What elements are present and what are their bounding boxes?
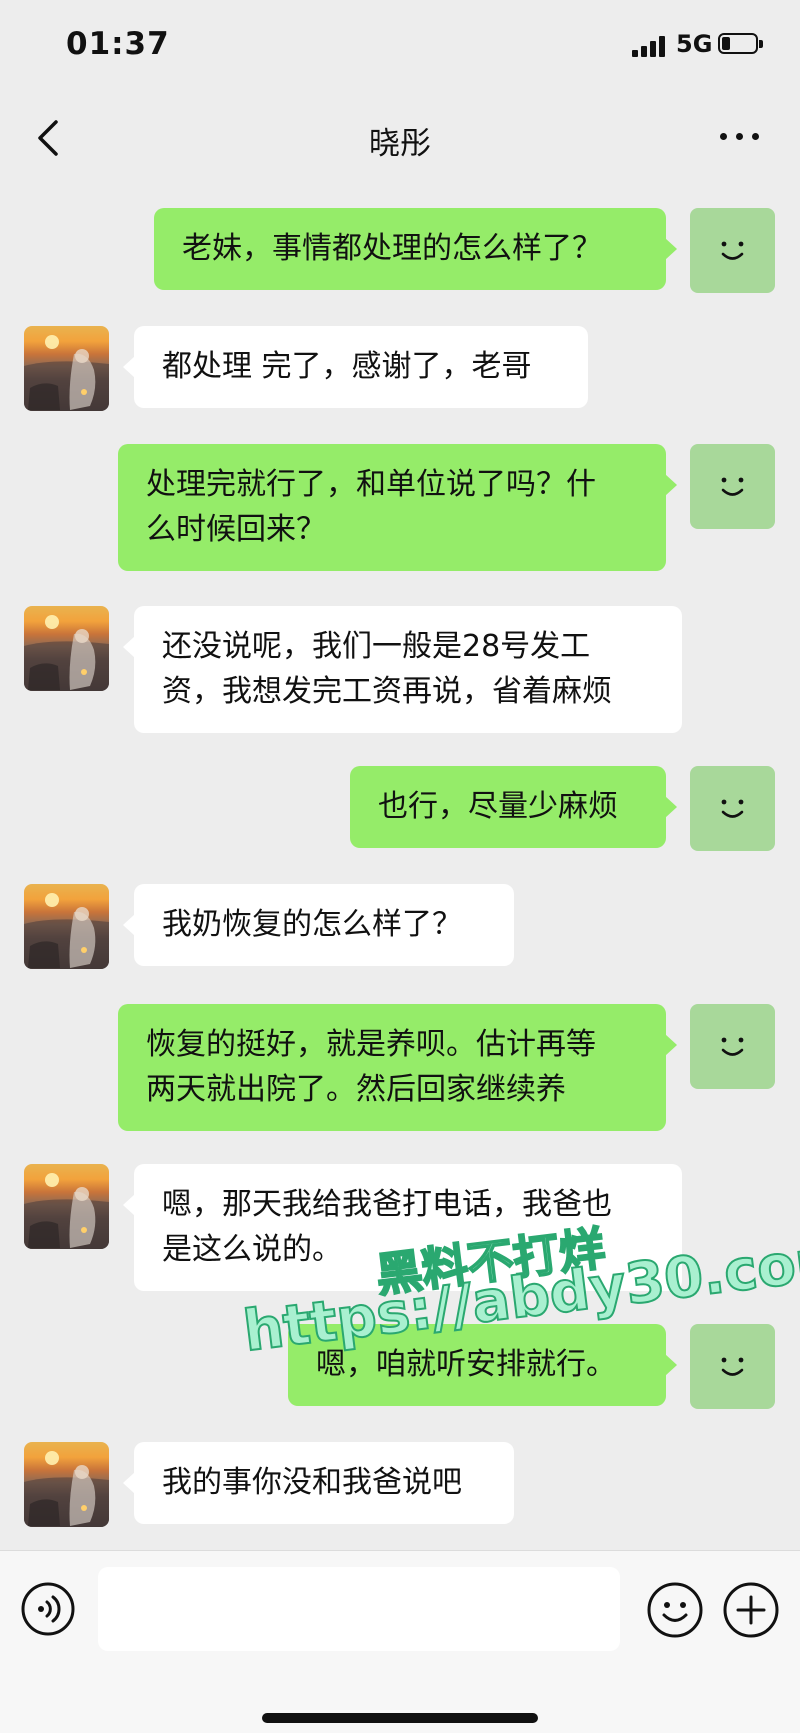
message-text-line: 我的事你没和我爸说吧: [162, 1465, 462, 1500]
more-dots-icon[interactable]: [716, 120, 764, 152]
sent-message-bubble[interactable]: 也行，尽量少麻烦: [350, 766, 677, 848]
received-message-bubble[interactable]: 还没说呢，我们一般是28号发工 资，我想发完工资再说，省着麻烦: [123, 606, 682, 733]
signal-icon: [632, 35, 666, 57]
message-row: 我奶恢复的怎么样了？: [0, 880, 800, 970]
message-input[interactable]: [98, 1567, 620, 1651]
self-avatar[interactable]: [690, 208, 775, 293]
plus-icon[interactable]: [722, 1581, 780, 1639]
message-text-line: 嗯，咱就听安排就行。: [316, 1347, 616, 1382]
self-avatar[interactable]: [690, 766, 775, 851]
self-avatar[interactable]: [690, 1324, 775, 1409]
received-message-bubble[interactable]: 我的事你没和我爸说吧: [123, 1442, 514, 1524]
message-text-line: 处理完就行了，和单位说了吗？什: [146, 467, 596, 502]
home-indicator: [262, 1713, 538, 1723]
contact-avatar[interactable]: [24, 326, 109, 411]
status-bar: 01:37 5G: [0, 0, 800, 92]
chat-title: 晓彤: [369, 126, 431, 162]
voice-icon[interactable]: [20, 1581, 76, 1637]
message-row: 也行，尽量少麻烦: [0, 762, 800, 852]
self-avatar[interactable]: [690, 444, 775, 529]
message-row: 我的事你没和我爸说吧: [0, 1438, 800, 1528]
nav-bar: 晓彤: [0, 92, 800, 182]
chat-area[interactable]: 老妹，事情都处理的怎么样了？ 都处理 完了，感谢了，老哥处理完就行了，和单位说了吗…: [0, 182, 800, 1550]
message-text-line: 资，我想发完工资再说，省着麻烦: [162, 674, 612, 709]
status-time: 01:37: [66, 26, 170, 62]
message-text-line: 两天就出院了。然后回家继续养: [146, 1072, 566, 1107]
emoji-icon[interactable]: [646, 1581, 704, 1639]
message-text-line: 还没说呢，我们一般是28号发工: [162, 629, 591, 664]
message-text-line: 老妹，事情都处理的怎么样了？: [182, 231, 602, 266]
self-avatar[interactable]: [690, 1004, 775, 1089]
network-type: 5G: [676, 30, 713, 58]
received-message-bubble[interactable]: 我奶恢复的怎么样了？: [123, 884, 514, 966]
sent-message-bubble[interactable]: 老妹，事情都处理的怎么样了？: [154, 208, 677, 290]
message-text-line: 都处理 完了，感谢了，老哥: [162, 349, 532, 384]
message-text-line: 是这么说的。: [162, 1232, 342, 1267]
message-row: 嗯，咱就听安排就行。: [0, 1320, 800, 1410]
received-message-bubble[interactable]: 嗯，那天我给我爸打电话，我爸也 是这么说的。: [123, 1164, 682, 1291]
message-row: 都处理 完了，感谢了，老哥: [0, 322, 800, 412]
message-row: 老妹，事情都处理的怎么样了？: [0, 204, 800, 294]
contact-avatar[interactable]: [24, 1442, 109, 1527]
contact-avatar[interactable]: [24, 606, 109, 691]
battery-icon: [718, 33, 764, 56]
message-row: 嗯，那天我给我爸打电话，我爸也 是这么说的。: [0, 1160, 800, 1295]
contact-avatar[interactable]: [24, 1164, 109, 1249]
message-row: 处理完就行了，和单位说了吗？什 么时候回来？: [0, 440, 800, 575]
message-row: 恢复的挺好，就是养呗。估计再等 两天就出院了。然后回家继续养: [0, 1000, 800, 1135]
received-message-bubble[interactable]: 都处理 完了，感谢了，老哥: [123, 326, 588, 408]
sent-message-bubble[interactable]: 嗯，咱就听安排就行。: [288, 1324, 677, 1406]
message-text-line: 也行，尽量少麻烦: [378, 789, 618, 824]
contact-avatar[interactable]: [24, 884, 109, 969]
input-bar: [0, 1550, 800, 1733]
sent-message-bubble[interactable]: 处理完就行了，和单位说了吗？什 么时候回来？: [118, 444, 677, 571]
message-row: 还没说呢，我们一般是28号发工 资，我想发完工资再说，省着麻烦: [0, 602, 800, 737]
message-text-line: 我奶恢复的怎么样了？: [162, 907, 462, 942]
message-text-line: 嗯，那天我给我爸打电话，我爸也: [162, 1187, 612, 1222]
sent-message-bubble[interactable]: 恢复的挺好，就是养呗。估计再等 两天就出院了。然后回家继续养: [118, 1004, 677, 1131]
message-text-line: 么时候回来？: [146, 512, 326, 547]
message-text-line: 恢复的挺好，就是养呗。估计再等: [146, 1027, 596, 1062]
